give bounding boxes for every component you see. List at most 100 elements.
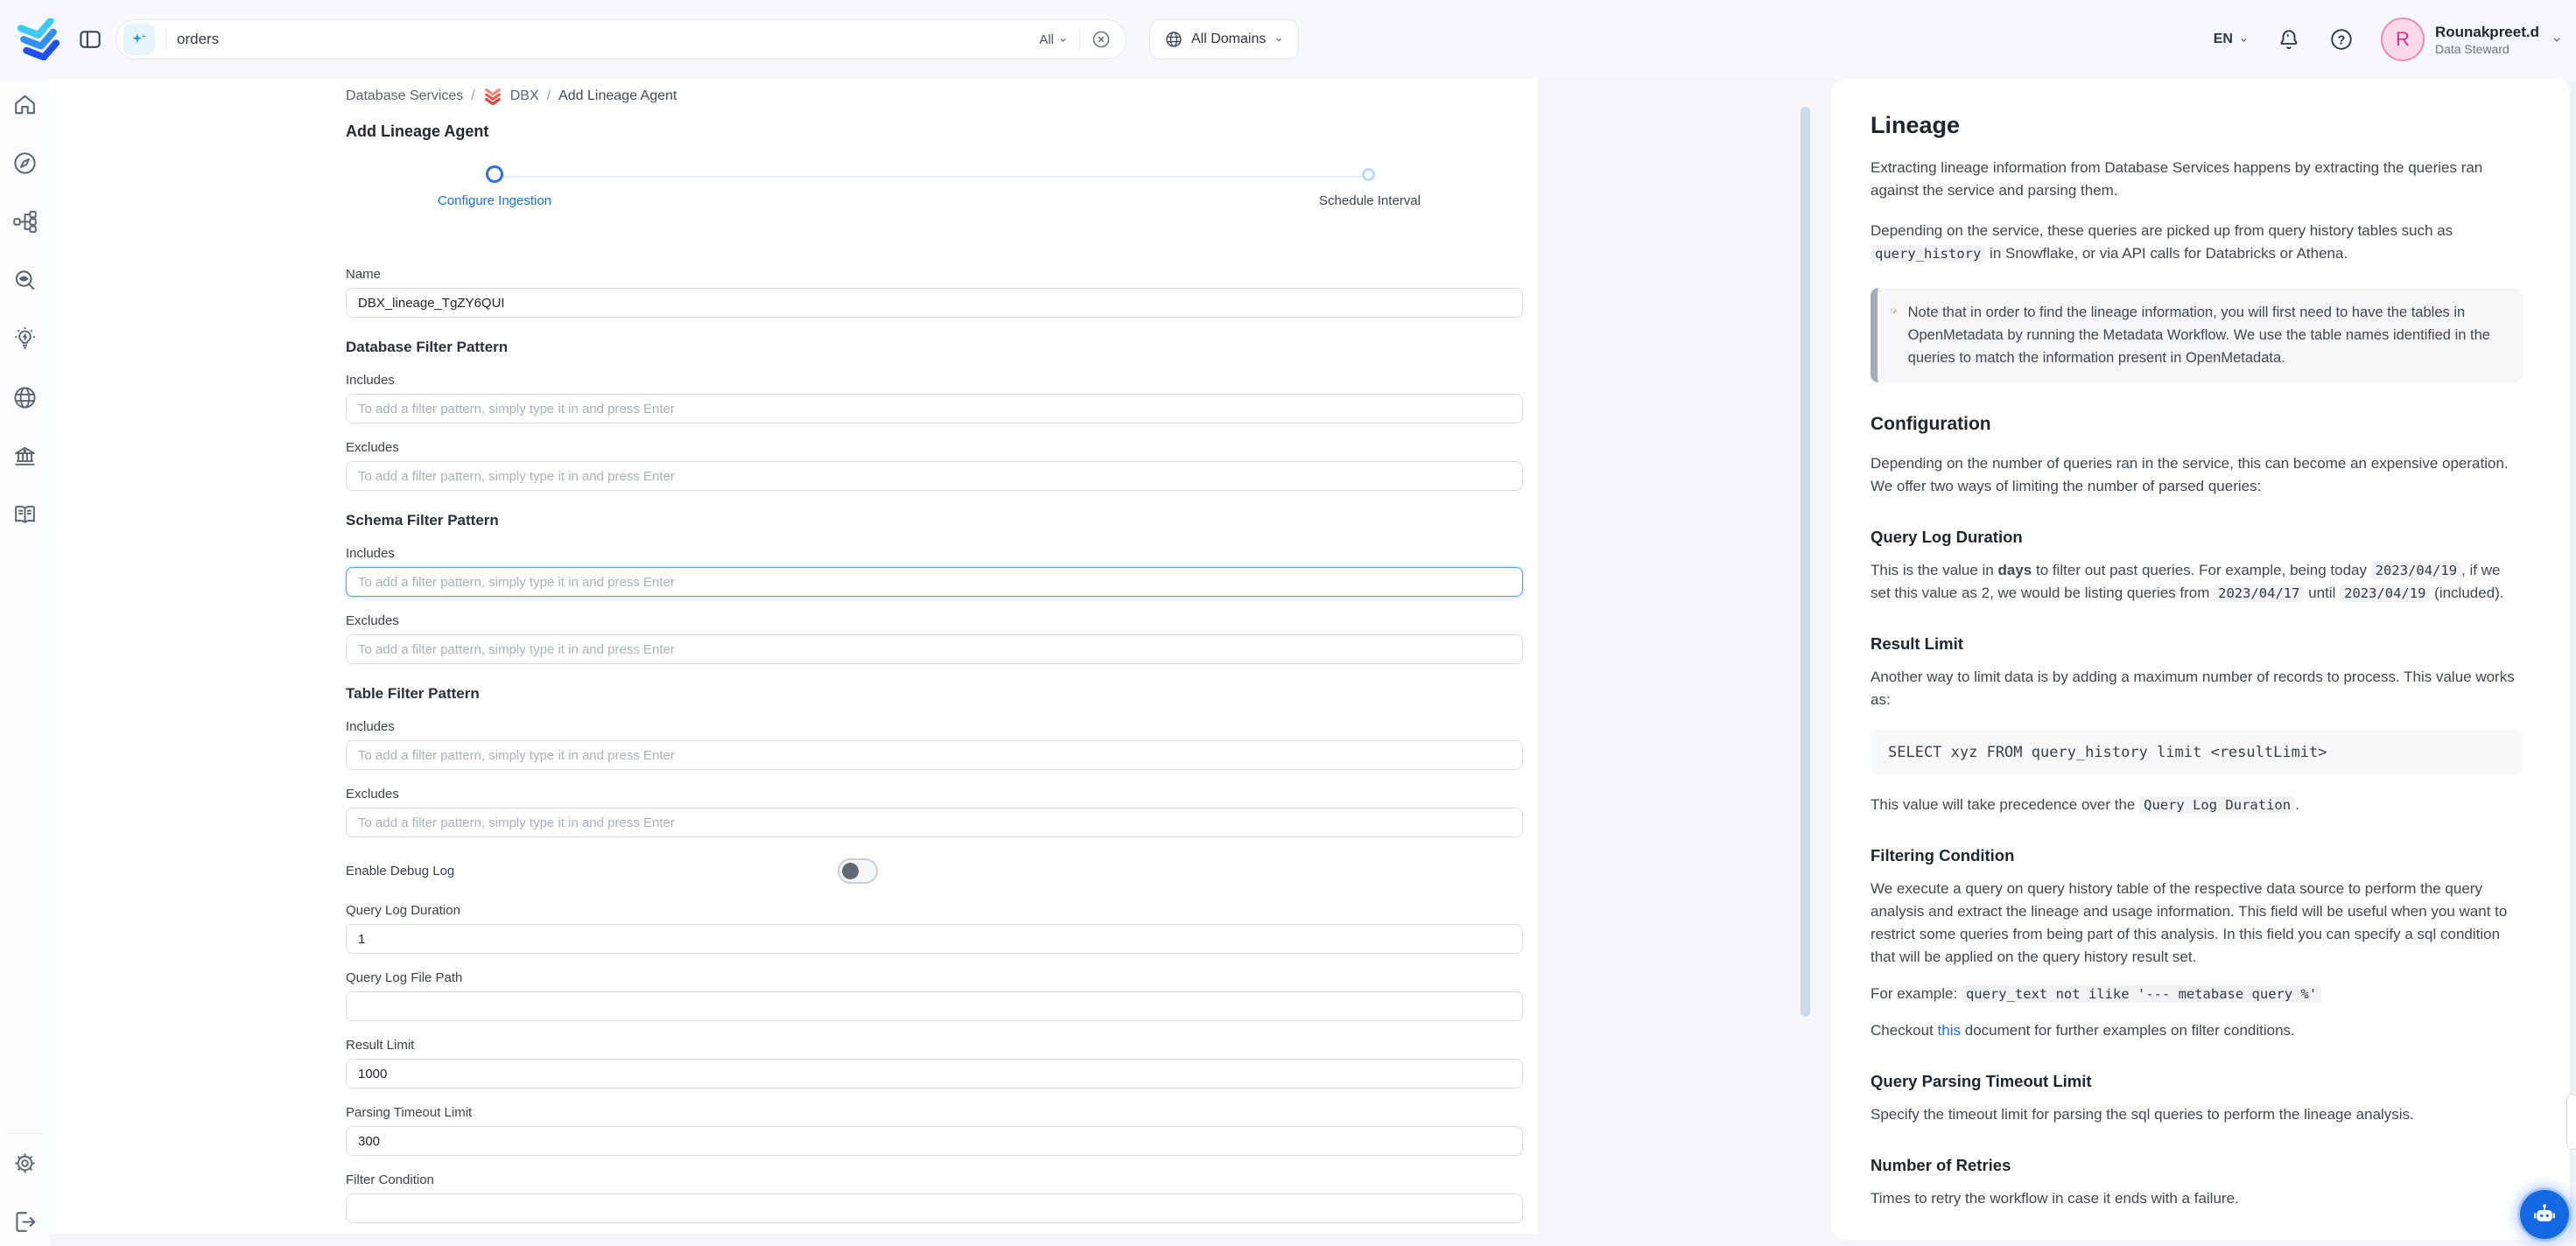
dbx-service-icon: [483, 88, 502, 105]
schema-includes-input[interactable]: [346, 567, 1523, 597]
logout-icon[interactable]: [11, 1208, 39, 1236]
docs-paragraph: This value will take precedence over the…: [1871, 794, 2523, 816]
language-label: EN: [2214, 32, 2233, 47]
search-scope-dropdown[interactable]: All: [1039, 32, 1069, 47]
top-header: orders All All Domains EN ? R: [0, 0, 2576, 79]
breadcrumb-database-services[interactable]: Database Services: [346, 88, 463, 104]
domains-globe-icon[interactable]: [11, 384, 39, 411]
left-sidebar: [0, 79, 50, 1246]
filter-condition-input[interactable]: [346, 1194, 1523, 1223]
docs-paragraph: Checkout this document for further examp…: [1871, 1019, 2523, 1042]
chat-bot-icon: [2530, 1200, 2559, 1229]
database-excludes-input[interactable]: [346, 461, 1523, 491]
observability-search-icon[interactable]: [11, 267, 39, 294]
breadcrumb: Database Services / DBX / Add Lineage Ag…: [346, 88, 1523, 105]
result-limit-heading: Result Limit: [1871, 634, 2523, 654]
docs-paragraph: Times to retry the workflow in case it e…: [1871, 1187, 2523, 1210]
docs-panel: Lineage Extracting lineage information f…: [1831, 79, 2571, 1240]
chevron-down-icon: [2238, 34, 2250, 46]
user-menu[interactable]: R Rounakpreet.d Data Steward: [2381, 18, 2564, 61]
stepper-line: [496, 176, 1370, 178]
explore-compass-icon[interactable]: [11, 150, 39, 177]
governance-bank-icon[interactable]: [11, 443, 39, 470]
database-filter-heading: Database Filter Pattern: [346, 339, 1523, 356]
docs-paragraph: This is the value in days to filter out …: [1871, 559, 2523, 605]
query-parsing-timeout-heading: Query Parsing Timeout Limit: [1871, 1072, 2523, 1091]
memo-pencil-icon: [1890, 301, 1898, 320]
insights-bulb-icon[interactable]: [11, 326, 39, 353]
docs-paragraph: Another way to limit data is by adding a…: [1871, 666, 2523, 711]
docs-paragraph: Depending on the number of queries ran i…: [1871, 452, 2523, 498]
step-schedule-interval-circle[interactable]: [1362, 168, 1375, 181]
avatar: R: [2381, 18, 2425, 61]
avatar-initial: R: [2396, 28, 2410, 51]
docs-paragraph: Specify the timeout limit for parsing th…: [1871, 1103, 2523, 1126]
lineage-graph-icon[interactable]: [11, 208, 39, 235]
glossary-book-icon[interactable]: [11, 501, 39, 528]
help-circle-icon[interactable]: ?: [2328, 26, 2355, 52]
chat-bot-button[interactable]: [2520, 1190, 2569, 1239]
all-domains-label: All Domains: [1191, 32, 1266, 47]
query-log-duration-input[interactable]: [346, 924, 1523, 954]
language-dropdown[interactable]: EN: [2214, 32, 2250, 47]
page-scrollbar-track[interactable]: [2570, 83, 2575, 1242]
docs-paragraph: Depending on the service, these queries …: [1871, 220, 2523, 265]
docs-paragraph: For example: query_text not ilike '--- m…: [1871, 983, 2523, 1005]
ingestion-form-panel: Database Services / DBX / Add Lineage Ag…: [50, 79, 1538, 1234]
page-scrollbar-thumb[interactable]: [2566, 1094, 2576, 1150]
database-includes-label: Includes: [346, 373, 1523, 388]
filtering-condition-heading: Filtering Condition: [1871, 846, 2523, 865]
note-box: Note that in order to find the lineage i…: [1871, 288, 2523, 382]
globe-icon: [1164, 30, 1183, 49]
enable-debug-log-toggle[interactable]: [838, 858, 878, 884]
query-log-file-path-label: Query Log File Path: [346, 970, 1523, 985]
table-excludes-label: Excludes: [346, 787, 1523, 802]
divider: [165, 30, 166, 49]
panel-scrollbar[interactable]: [1800, 107, 1810, 1017]
ai-sparkle-icon: [123, 24, 155, 55]
notification-bell-icon[interactable]: [2276, 26, 2302, 52]
docs-paragraph: We execute a query on query history tabl…: [1871, 878, 2523, 969]
table-excludes-input[interactable]: [346, 808, 1523, 837]
user-role: Data Steward: [2435, 42, 2539, 56]
database-includes-input[interactable]: [346, 394, 1523, 424]
collate-logo-icon[interactable]: [16, 18, 63, 60]
configuration-heading: Configuration: [1871, 414, 2523, 435]
search-input[interactable]: orders: [177, 31, 1039, 48]
doc-link[interactable]: this: [1938, 1022, 1961, 1039]
result-limit-input[interactable]: [346, 1059, 1523, 1088]
schema-excludes-label: Excludes: [346, 613, 1523, 628]
schema-excludes-input[interactable]: [346, 634, 1523, 664]
parsing-timeout-limit-input[interactable]: [346, 1126, 1523, 1156]
divider: [8, 1133, 43, 1134]
name-label: Name: [346, 267, 1523, 282]
enable-debug-log-label: Enable Debug Log: [346, 858, 1523, 885]
circle-x-icon[interactable]: [1091, 29, 1112, 50]
number-of-retries-heading: Number of Retries: [1871, 1156, 2523, 1175]
svg-text:?: ?: [2338, 33, 2346, 47]
note-text: Note that in order to find the lineage i…: [1908, 301, 2507, 369]
filter-condition-label: Filter Condition: [346, 1172, 1523, 1187]
global-search-bar[interactable]: orders All: [116, 19, 1127, 60]
schema-includes-label: Includes: [346, 546, 1523, 561]
settings-gear-icon[interactable]: [11, 1150, 39, 1177]
name-input[interactable]: [346, 288, 1523, 318]
panel-toggle-icon[interactable]: [77, 26, 103, 52]
enable-debug-log-row: Enable Debug Log: [346, 858, 1523, 886]
all-domains-button[interactable]: All Domains: [1149, 19, 1299, 60]
home-icon[interactable]: [11, 91, 39, 118]
docs-paragraph: Extracting lineage information from Data…: [1871, 157, 2523, 202]
chevron-down-icon: [2550, 32, 2564, 46]
schema-filter-heading: Schema Filter Pattern: [346, 512, 1523, 529]
query-log-file-path-input[interactable]: [346, 991, 1523, 1021]
docs-title: Lineage: [1871, 112, 2523, 139]
step-configure-ingestion-label: Configure Ingestion: [438, 193, 551, 208]
breadcrumb-service[interactable]: DBX: [510, 88, 539, 104]
table-includes-input[interactable]: [346, 740, 1523, 770]
breadcrumb-current: Add Lineage Agent: [558, 88, 677, 104]
step-configure-ingestion-circle[interactable]: [486, 165, 503, 183]
stepper: Configure Ingestion Schedule Interval: [346, 155, 1523, 200]
step-schedule-interval-label: Schedule Interval: [1319, 193, 1421, 208]
toggle-knob: [842, 863, 859, 879]
sql-code-block: SELECT xyz FROM query_history limit <res…: [1871, 729, 2523, 776]
